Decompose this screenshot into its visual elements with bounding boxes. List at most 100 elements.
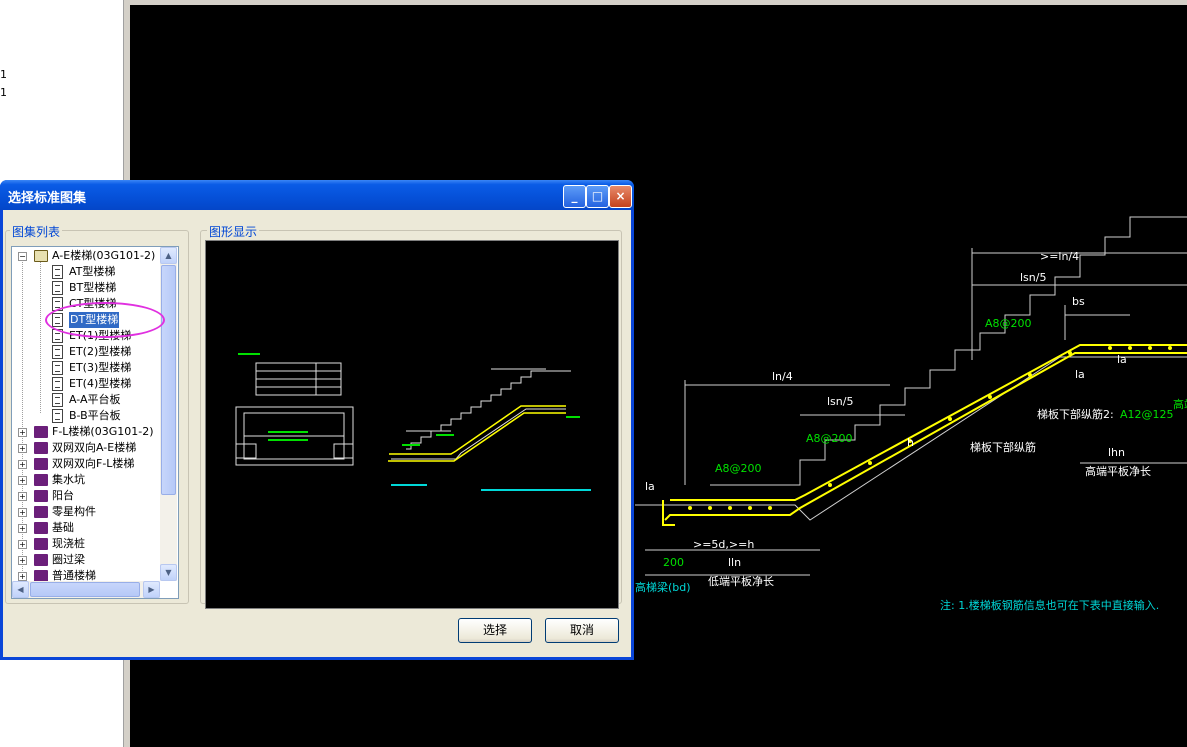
expand-icon[interactable]: + xyxy=(18,572,27,581)
tree-group-label: 圈过梁 xyxy=(52,553,85,566)
tree-node-label: ET(3)型楼梯 xyxy=(69,361,132,374)
tree-group[interactable]: + 双网双向A-E楼梯 xyxy=(12,440,160,456)
document-icon xyxy=(52,281,63,295)
tree-node-label: AT型楼梯 xyxy=(69,265,116,278)
dialog-body: 图集列表 图形显示 − A-E楼梯(03G101-2) AT型楼梯 BT型楼梯 … xyxy=(3,210,631,657)
tree-group[interactable]: + 零星构件 xyxy=(12,504,160,520)
dim-5d: >=5d,>=h xyxy=(693,538,754,551)
book-icon xyxy=(34,554,48,566)
minimize-button[interactable]: _ xyxy=(563,185,586,208)
preview-canvas xyxy=(205,240,619,609)
expand-icon[interactable]: + xyxy=(18,444,27,453)
tree-node-root[interactable]: − A-E楼梯(03G101-2) xyxy=(12,248,160,264)
expand-icon[interactable]: + xyxy=(18,428,27,437)
tree-node-bb[interactable]: B-B平台板 xyxy=(12,408,160,424)
label-low-plate: 低端平板净长 xyxy=(708,574,774,588)
atlas-tree[interactable]: − A-E楼梯(03G101-2) AT型楼梯 BT型楼梯 CT型楼梯 DT型楼… xyxy=(11,246,179,599)
expand-icon[interactable]: + xyxy=(18,476,27,485)
tree-group[interactable]: + 圈过梁 xyxy=(12,552,160,568)
tree-group[interactable]: + 基础 xyxy=(12,520,160,536)
label-low-beam: 高梯梁(bd) xyxy=(635,580,691,594)
tree-node-et3[interactable]: ET(3)型楼梯 xyxy=(12,360,160,376)
tree-node-label: A-E楼梯(03G101-2) xyxy=(52,249,156,262)
tree-horizontal-thumb[interactable] xyxy=(30,582,140,597)
tree-vertical-scrollbar[interactable]: ▲ ▼ xyxy=(160,247,177,581)
tree-node-label: ET(4)型楼梯 xyxy=(69,377,132,390)
tree-group[interactable]: + 阳台 xyxy=(12,488,160,504)
tree-group-label: 双网双向F-L楼梯 xyxy=(52,457,135,470)
expand-icon[interactable]: + xyxy=(18,508,27,517)
standard-atlas-dialog: 选择标准图集 _ □ × 图集列表 图形显示 − A-E楼梯(03G101-2)… xyxy=(0,180,634,660)
tree-node-bt[interactable]: BT型楼梯 xyxy=(12,280,160,296)
document-icon xyxy=(52,393,63,407)
open-book-icon xyxy=(34,250,48,262)
dim-ln4-top: >=ln/4 xyxy=(1040,250,1079,263)
note-text: 注: 1.楼梯板钢筋信息也可在下表中直接输入. xyxy=(940,598,1159,612)
expand-icon[interactable]: + xyxy=(18,524,27,533)
tree-group[interactable]: + F-L楼梯(03G101-2) xyxy=(12,424,160,440)
dim-la-high2: la xyxy=(1075,368,1085,381)
collapse-icon[interactable]: − xyxy=(18,252,27,261)
book-icon xyxy=(34,474,48,486)
label-a8200-mid: A8@200 xyxy=(806,432,853,445)
book-icon xyxy=(34,442,48,454)
scroll-up-icon[interactable]: ▲ xyxy=(160,247,177,264)
tree-group[interactable]: + 双网双向F-L楼梯 xyxy=(12,456,160,472)
label-high-plate: 高端平板净长 xyxy=(1085,464,1151,478)
left-panel-item[interactable]: 1 xyxy=(0,68,7,81)
expand-icon[interactable]: + xyxy=(18,492,27,501)
dialog-title: 选择标准图集 xyxy=(8,191,87,206)
rebar-hook-low xyxy=(662,500,675,526)
book-icon xyxy=(34,506,48,518)
maximize-button[interactable]: □ xyxy=(586,185,609,208)
tree-node-at[interactable]: AT型楼梯 xyxy=(12,264,160,280)
dim-lln: lln xyxy=(728,556,741,569)
expand-icon[interactable]: + xyxy=(18,556,27,565)
cancel-button[interactable]: 取消 xyxy=(545,618,619,643)
tree-node-label: A-A平台板 xyxy=(69,393,121,406)
dim-bs: bs xyxy=(1072,295,1085,308)
select-button[interactable]: 选择 xyxy=(458,618,532,643)
highlight-circle-annotation xyxy=(45,302,165,338)
dim-lsn5-top: lsn/5 xyxy=(1020,271,1046,284)
label-a12125: A12@125 xyxy=(1120,408,1174,421)
tree-node-aa[interactable]: A-A平台板 xyxy=(12,392,160,408)
label-bottom-rebar2: 梯板下部纵筋2: xyxy=(1037,407,1114,421)
dim-ln4: ln/4 xyxy=(772,370,793,383)
scroll-right-icon[interactable]: ▶ xyxy=(143,581,160,598)
tree-horizontal-scrollbar[interactable]: ◀ ▶ xyxy=(12,581,160,598)
document-icon xyxy=(52,361,63,375)
scroll-left-icon[interactable]: ◀ xyxy=(12,581,29,598)
label-bottom-rebar: 梯板下部纵筋 xyxy=(970,440,1036,454)
dim-h: h xyxy=(907,436,914,449)
tree-group-label: 双网双向A-E楼梯 xyxy=(52,441,137,454)
label-a8200-top: A8@200 xyxy=(985,317,1032,330)
dialog-titlebar[interactable]: 选择标准图集 _ □ × xyxy=(0,180,634,210)
tree-group[interactable]: + 现浇桩 xyxy=(12,536,160,552)
tree-group[interactable]: + 集水坑 xyxy=(12,472,160,488)
tree-vertical-thumb[interactable] xyxy=(161,265,176,495)
tree-group-label: 阳台 xyxy=(52,489,74,502)
scroll-down-icon[interactable]: ▼ xyxy=(160,564,177,581)
tree-node-et4[interactable]: ET(4)型楼梯 xyxy=(12,376,160,392)
left-panel-item[interactable]: 1 xyxy=(0,86,7,99)
book-icon xyxy=(34,538,48,550)
tree-group-label: 零星构件 xyxy=(52,505,96,518)
label-a8200-low: A8@200 xyxy=(715,462,762,475)
document-icon xyxy=(52,409,63,423)
book-icon xyxy=(34,426,48,438)
close-button[interactable]: × xyxy=(609,185,632,208)
stair-outline-steps xyxy=(710,216,1187,486)
tree-group-label: 基础 xyxy=(52,521,74,534)
book-icon xyxy=(34,522,48,534)
rebar-bottom xyxy=(664,352,1187,521)
expand-icon[interactable]: + xyxy=(18,460,27,469)
document-icon xyxy=(52,345,63,359)
tree-node-label: ET(2)型楼梯 xyxy=(69,345,132,358)
expand-icon[interactable]: + xyxy=(18,540,27,549)
dim-200: 200 xyxy=(663,556,684,569)
preview-group-title: 图形显示 xyxy=(207,223,260,240)
tree-node-et2[interactable]: ET(2)型楼梯 xyxy=(12,344,160,360)
document-icon xyxy=(52,377,63,391)
dim-la-low: la xyxy=(645,480,655,493)
